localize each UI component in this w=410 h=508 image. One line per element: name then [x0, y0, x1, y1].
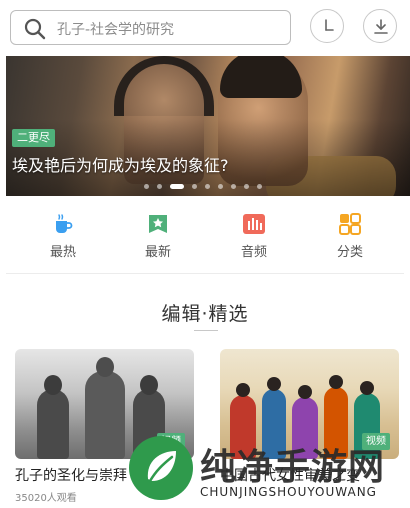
category-label-hot: 最热 [49, 245, 76, 260]
category-label-sort: 分类 [336, 245, 363, 260]
watermark-text: 纯净手游网 [200, 447, 386, 488]
watermark: 纯净手游网 CHUNJINGSHOUYOUWANG [128, 433, 410, 508]
category-new[interactable]: 最新 [128, 210, 188, 260]
category-hot[interactable]: 最热 [33, 210, 93, 260]
search-placeholder: 孔子-社会学的研究 [57, 22, 175, 38]
download-button[interactable] [363, 9, 397, 43]
top-bar: 孔子-社会学的研究 [0, 0, 410, 56]
carousel-dot[interactable] [218, 184, 223, 189]
carousel-dot[interactable] [257, 184, 262, 189]
category-icon [339, 213, 361, 235]
carousel-dot[interactable] [244, 184, 249, 189]
section-title: 编辑·精选 [161, 303, 249, 325]
history-button[interactable] [310, 9, 344, 43]
section-underline [194, 330, 218, 331]
banner-carousel[interactable]: 二更尽 埃及艳后为何成为埃及的象征? [6, 56, 410, 196]
category-sort[interactable]: 分类 [320, 210, 380, 260]
hot-icon [56, 214, 73, 233]
search-icon [24, 18, 46, 40]
search-box[interactable]: 孔子-社会学的研究 [10, 10, 291, 45]
divider [6, 273, 404, 274]
watermark-subtext: CHUNJINGSHOUYOUWANG [200, 485, 377, 499]
card-views: 35020人观看 [15, 493, 77, 504]
carousel-dot[interactable] [231, 184, 236, 189]
carousel-dot[interactable] [170, 184, 184, 189]
banner-title[interactable]: 埃及艳后为何成为埃及的象征? [12, 152, 229, 176]
statue-figure [37, 375, 69, 459]
statue-figure [85, 357, 125, 459]
carousel-dot[interactable] [157, 184, 162, 189]
new-icon [149, 215, 167, 233]
carousel-dot[interactable] [192, 184, 197, 189]
download-icon [374, 19, 388, 34]
category-label-new: 最新 [144, 245, 171, 260]
banner-tag: 二更尽 [12, 129, 55, 147]
leaf-logo-icon [129, 436, 193, 500]
category-label-audio: 音频 [240, 245, 267, 260]
carousel-dot[interactable] [205, 184, 210, 189]
carousel-dot[interactable] [144, 184, 149, 189]
audio-icon [243, 214, 265, 234]
category-audio[interactable]: 音频 [224, 210, 284, 260]
history-icon [325, 19, 334, 31]
